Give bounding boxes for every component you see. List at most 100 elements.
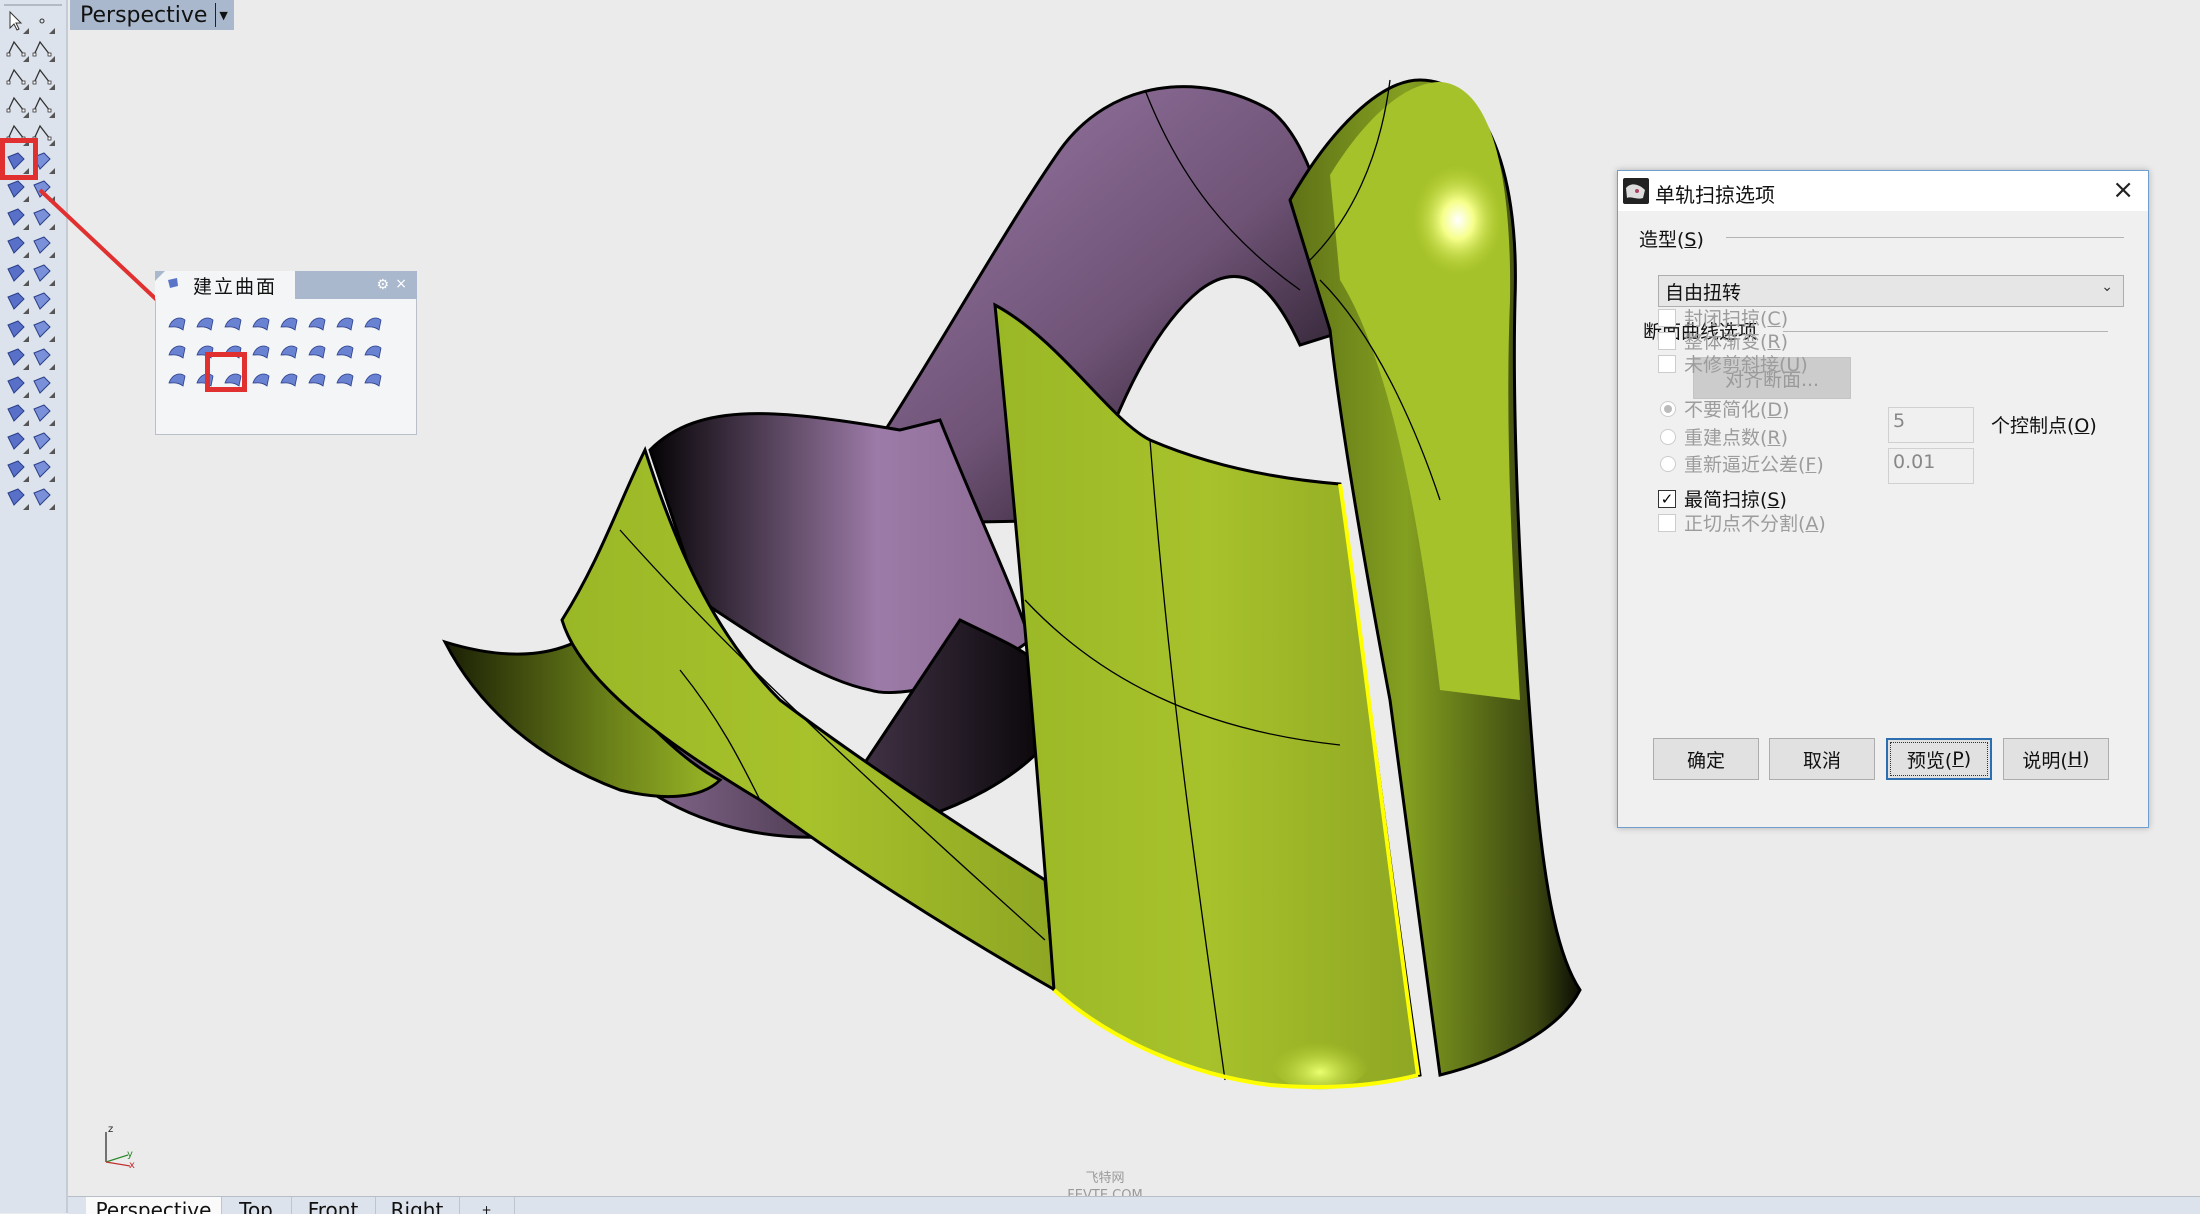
radio-0-row[interactable]: 不要简化(D) xyxy=(1660,395,1789,422)
mesh-surface-tool-button[interactable] xyxy=(29,204,55,230)
text-tool-button[interactable] xyxy=(3,344,29,370)
plane-icon[interactable] xyxy=(334,312,356,334)
material-tool-button[interactable] xyxy=(29,484,55,510)
array-tool-button[interactable] xyxy=(3,372,29,398)
sweep-1-rail-options-dialog: 单轨扫掠选项 × 造型(S) 自由扭转 ⌄ 断面曲线选项 对齐断面... 5 0… xyxy=(1617,170,2149,828)
point-grid-icon[interactable] xyxy=(362,368,384,390)
checkbox[interactable]: ✓ xyxy=(1658,489,1676,508)
viewport-title-tab[interactable]: Perspective ▼ xyxy=(70,0,234,30)
trim-tool-button[interactable] xyxy=(3,260,29,286)
check-tool-button[interactable] xyxy=(29,456,55,482)
radio-button[interactable] xyxy=(1660,400,1676,417)
add-tab-button[interactable]: + xyxy=(459,1197,515,1214)
surface-from-points-icon[interactable] xyxy=(222,312,244,334)
cancel-button[interactable]: 取消 xyxy=(1769,738,1875,780)
circle-tool-button[interactable] xyxy=(3,64,29,90)
checkbox[interactable] xyxy=(1658,354,1676,373)
heightfield-image-icon[interactable] xyxy=(334,368,356,390)
heightfield-icon[interactable] xyxy=(250,340,272,362)
checkbox[interactable] xyxy=(1658,513,1676,532)
checkbox-2-row[interactable]: 未修剪斜接(U) xyxy=(1658,350,1808,377)
flyout-corner-indicator xyxy=(49,224,55,230)
world-axis-icon: z y x xyxy=(105,1124,135,1171)
boolean-union-tool-button[interactable] xyxy=(3,288,29,314)
extrude-curve-icon[interactable] xyxy=(306,340,328,362)
toolbar-grip[interactable] xyxy=(4,4,62,6)
point-tool-button[interactable] xyxy=(29,8,55,34)
ok-button[interactable]: 确定 xyxy=(1653,738,1759,780)
arc-tool-button[interactable] xyxy=(3,92,29,118)
align-tool-button[interactable] xyxy=(29,428,55,454)
group-tool-button[interactable] xyxy=(29,288,55,314)
loft-icon[interactable] xyxy=(250,312,272,334)
refit-tolerance-input[interactable]: 0.01 xyxy=(1888,448,1974,484)
extrude-to-point-icon[interactable] xyxy=(362,340,384,362)
rectangle-tool-button[interactable] xyxy=(29,92,55,118)
render-tool-button[interactable] xyxy=(3,484,29,510)
extrude-tapered-icon[interactable] xyxy=(334,340,356,362)
polyline-tool-button[interactable] xyxy=(3,36,29,62)
explode-tool-button[interactable] xyxy=(29,232,55,258)
network-surface-icon[interactable] xyxy=(306,312,328,334)
no-split-tangent-checkbox-row[interactable]: 正切点不分割(A) xyxy=(1658,509,1826,536)
option-label: 重建点数(R) xyxy=(1684,427,1789,449)
option-label: 不要简化(D) xyxy=(1684,399,1790,421)
scale-tool-button[interactable] xyxy=(29,344,55,370)
sweep-2-rail-icon[interactable] xyxy=(166,368,188,390)
toolbar-highlight-box xyxy=(0,138,38,180)
viewport-menu-dropdown-icon[interactable]: ▼ xyxy=(215,3,228,27)
radio-1-row[interactable]: 重建点数(R) xyxy=(1660,423,1788,450)
analyze-tool-button[interactable] xyxy=(3,456,29,482)
shape-style-value: 自由扭转 xyxy=(1665,281,1742,304)
group-divider xyxy=(1726,237,2124,238)
sweep-2-icon[interactable] xyxy=(250,368,272,390)
simple-sweep-checkbox-row[interactable]: ✓ 最简扫掠(S) xyxy=(1658,485,1787,512)
contour-tool-button[interactable] xyxy=(29,400,55,426)
shape-style-dropdown[interactable]: 自由扭转 ⌄ xyxy=(1658,275,2124,307)
checkbox[interactable] xyxy=(1658,308,1676,327)
select-arrow-tool-button[interactable] xyxy=(3,8,29,34)
flyout-corner-indicator xyxy=(49,112,55,118)
vertical-plane-icon[interactable] xyxy=(166,340,188,362)
tab-perspective[interactable]: Perspective xyxy=(86,1197,222,1214)
help-button[interactable]: 说明(H) xyxy=(2003,738,2109,780)
radio-button[interactable] xyxy=(1660,455,1676,472)
radio-2-row[interactable]: 重新逼近公差(F) xyxy=(1660,450,1824,477)
create-surface-panel: 建立曲面 ⚙ × xyxy=(155,271,417,435)
extrude-icon[interactable] xyxy=(278,340,300,362)
cylinder-tool-button[interactable] xyxy=(3,204,29,230)
revolve-icon[interactable] xyxy=(278,368,300,390)
gear-icon[interactable]: ⚙ xyxy=(376,277,389,293)
grid-array-tool-button[interactable] xyxy=(3,428,29,454)
offset-dashed-tool-button[interactable] xyxy=(29,316,55,342)
tab-top[interactable]: Top xyxy=(221,1197,292,1214)
split-tool-button[interactable] xyxy=(29,260,55,286)
edge-surface-icon[interactable] xyxy=(278,312,300,334)
surface-from-corners-icon[interactable] xyxy=(166,312,188,334)
flyout-corner-indicator xyxy=(49,476,55,482)
watermark-line1: 飞特网 xyxy=(1085,1171,1125,1186)
panel-header[interactable]: 建立曲面 ⚙ × xyxy=(155,271,417,299)
dialog-titlebar[interactable]: 单轨扫掠选项 × xyxy=(1618,171,2148,211)
ellipse-tool-button[interactable] xyxy=(29,64,55,90)
preview-button[interactable]: 预览(P) xyxy=(1886,738,1992,780)
curve-tool-button[interactable] xyxy=(29,36,55,62)
checkbox[interactable] xyxy=(1658,331,1676,350)
panel-tab[interactable]: 建立曲面 xyxy=(155,271,295,299)
tab-right[interactable]: Right xyxy=(375,1197,460,1214)
close-icon[interactable]: × xyxy=(395,276,407,292)
rebuild-points-input[interactable]: 5 xyxy=(1888,407,1974,443)
flyout-corner-indicator xyxy=(49,336,55,342)
patch-icon[interactable] xyxy=(194,312,216,334)
tab-front[interactable]: Front xyxy=(291,1197,376,1214)
offset-curve-tool-button[interactable] xyxy=(3,316,29,342)
transform-tool-button[interactable] xyxy=(29,372,55,398)
close-icon[interactable]: × xyxy=(2112,175,2134,205)
flyout-corner-indicator xyxy=(49,392,55,398)
radio-button[interactable] xyxy=(1660,428,1676,445)
solid-edit-tool-button[interactable] xyxy=(3,400,29,426)
drape-icon[interactable] xyxy=(306,368,328,390)
boolean-puzzle-tool-button[interactable] xyxy=(3,232,29,258)
plane-3pt-icon[interactable] xyxy=(362,312,384,334)
control-points-label: 个控制点(O) xyxy=(1991,415,2097,437)
